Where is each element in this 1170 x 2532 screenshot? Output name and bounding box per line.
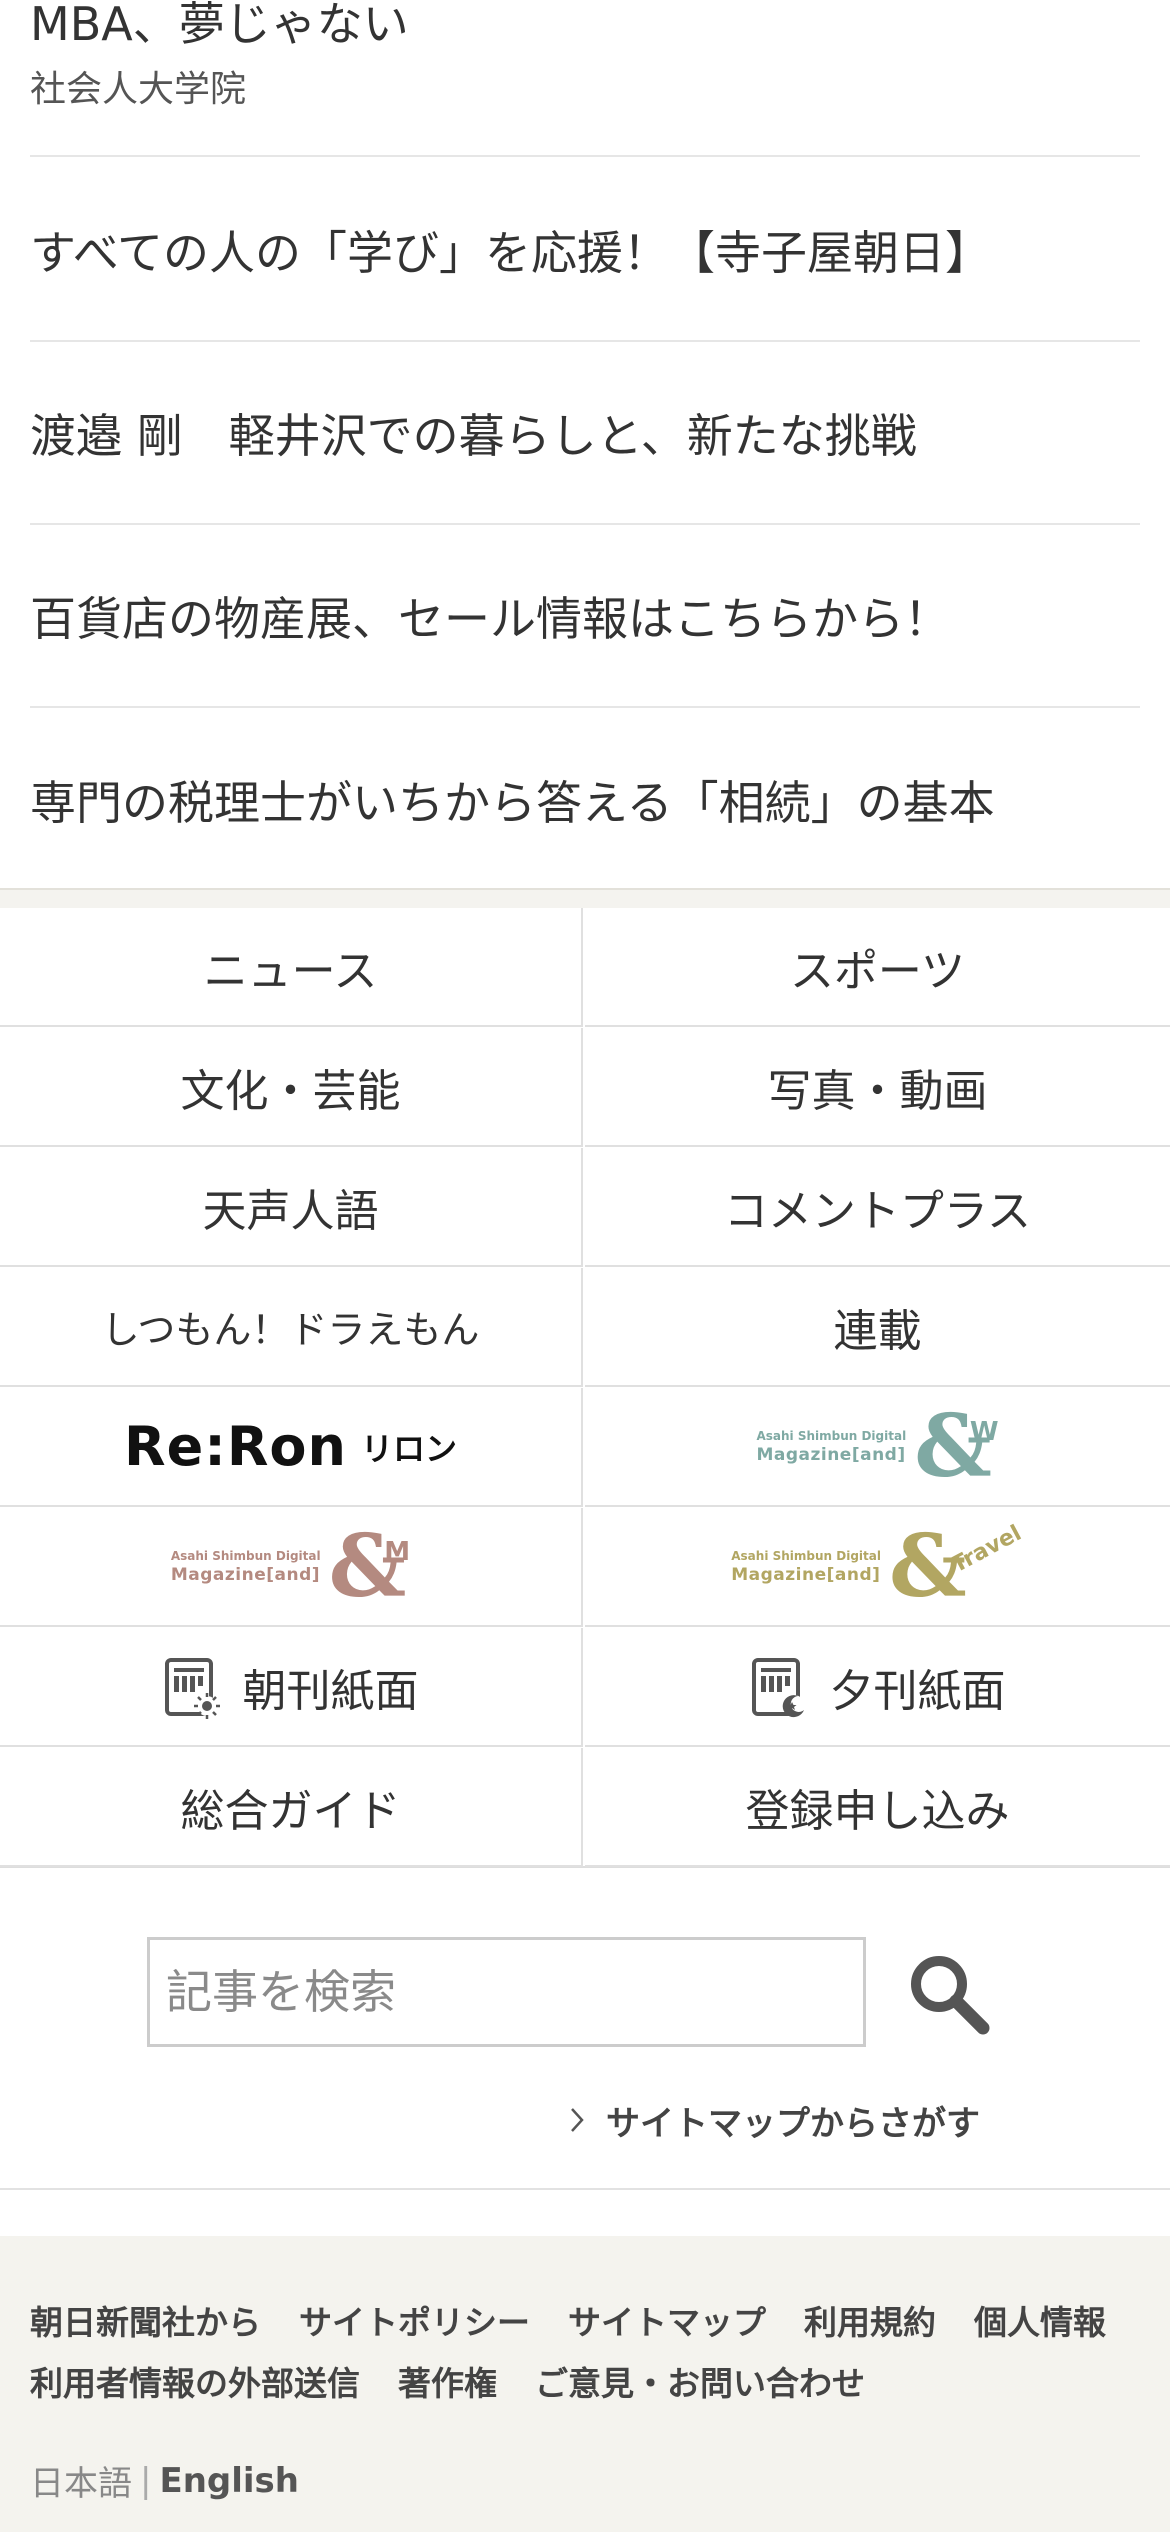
footer-separator: [0, 2188, 1170, 2190]
search-input[interactable]: [150, 1940, 863, 2044]
evening-newspaper-icon: [751, 1657, 805, 1717]
nav-label: 天声人語: [202, 1185, 379, 1237]
promo-label: 百貨店の物産展、セール情報はこちらから！: [30, 591, 950, 646]
and-w-logo-mark: W: [969, 1416, 999, 1447]
section-divider: [0, 888, 1170, 908]
nav-reron[interactable]: Re:Ron リロン: [0, 1388, 583, 1507]
and-w-logo-line1: Asahi Shimbun Digital: [756, 1428, 907, 1443]
reron-logo: Re:Ron リロン: [124, 1415, 457, 1478]
footer-link-copyright[interactable]: 著作権: [398, 2357, 497, 2405]
promo-title: MBA、夢じゃない: [30, 0, 409, 51]
nav-and-m[interactable]: Asahi Shimbun Digital Magazine[and] & M: [0, 1508, 583, 1627]
promo-item[interactable]: 渡邉 剛 軽井沢での暮らしと、新たな挑戦: [30, 342, 1140, 525]
promo-item[interactable]: 専門の税理士がいちから答える「相続」の基本: [30, 708, 1140, 891]
nav-label: コメントプラス: [723, 1185, 1032, 1237]
nav-guide[interactable]: 総合ガイド: [0, 1748, 583, 1867]
and-travel-logo-line2: Magazine[and]: [731, 1564, 881, 1585]
lang-japanese: 日本語: [30, 2464, 132, 2504]
promo-label: 専門の税理士がいちから答える「相続」の基本: [30, 775, 995, 830]
footer: 朝日新聞社から サイトポリシー サイトマップ 利用規約 個人情報 利用者情報の外…: [0, 2236, 1170, 2532]
footer-link-privacy[interactable]: 個人情報: [974, 2296, 1106, 2344]
nav-label: 写真・動画: [767, 1065, 988, 1117]
promo-item[interactable]: すべての人の「学び」を応援！【寺子屋朝日】: [30, 159, 1140, 342]
nav-label: 連載: [833, 1305, 922, 1357]
and-m-logo-line1: Asahi Shimbun Digital: [170, 1548, 321, 1563]
nav-label: 総合ガイド: [180, 1785, 401, 1837]
chevron-right-icon: [571, 2108, 584, 2132]
language-switcher: 日本語 | English: [30, 2456, 299, 2505]
footer-link-about[interactable]: 朝日新聞社から: [30, 2296, 261, 2344]
footer-link-sitemap[interactable]: サイトマップ: [568, 2296, 766, 2344]
nav-sports[interactable]: スポーツ: [585, 908, 1170, 1027]
nav-label: 夕刊紙面: [829, 1665, 1006, 1717]
sitemap-link-label: サイトマップからさがす: [606, 2103, 980, 2144]
promo-label: すべての人の「学び」を応援！【寺子屋朝日】: [30, 225, 991, 280]
footer-link-terms[interactable]: 利用規約: [804, 2296, 936, 2344]
promo-item-mba[interactable]: MBA、夢じゃない 社会人大学院: [30, 0, 1140, 157]
reron-logo-word: Re:Ron: [124, 1415, 347, 1478]
promo-label: 渡邉 剛 軽井沢での暮らしと、新たな挑戦: [30, 408, 917, 463]
nav-shitsumon-doraemon[interactable]: しつもん！ドラえもん: [0, 1268, 583, 1387]
morning-newspaper-icon: [164, 1657, 220, 1719]
and-travel-logo-line1: Asahi Shimbun Digital: [731, 1548, 881, 1563]
nav-photo-video[interactable]: 写真・動画: [585, 1028, 1170, 1147]
nav-label: スポーツ: [789, 945, 966, 997]
sitemap-search-link[interactable]: サイトマップからさがす: [570, 2096, 980, 2144]
nav-morning-paper[interactable]: 朝刊紙面: [0, 1628, 583, 1747]
nav-culture[interactable]: 文化・芸能: [0, 1028, 583, 1147]
reron-logo-kana: リロン: [360, 1429, 457, 1468]
nav-tensei-jingo[interactable]: 天声人語: [0, 1148, 583, 1267]
nav-label: ニュース: [203, 945, 378, 997]
nav-and-w[interactable]: Asahi Shimbun Digital Magazine[and] & W: [585, 1388, 1170, 1507]
and-m-logo: Asahi Shimbun Digital Magazine[and] & M: [170, 1523, 411, 1610]
footer-link-external-transmission[interactable]: 利用者情報の外部送信: [30, 2357, 360, 2405]
search-button[interactable]: [905, 1950, 993, 2038]
search-box: [147, 1937, 866, 2047]
and-m-logo-line2: Magazine[and]: [170, 1564, 321, 1585]
footer-links-row: 朝日新聞社から サイトポリシー サイトマップ 利用規約 個人情報: [30, 2296, 1144, 2344]
nav-comment-plus[interactable]: コメントプラス: [585, 1148, 1170, 1267]
category-nav-grid: ニュース スポーツ 文化・芸能 写真・動画 天声人語 コメントプラス しつもん！…: [0, 908, 1170, 1868]
nav-label: しつもん！ドラえもん: [101, 1308, 480, 1352]
nav-signup[interactable]: 登録申し込み: [585, 1748, 1170, 1867]
nav-label: 登録申し込み: [745, 1785, 1010, 1837]
nav-rensai[interactable]: 連載: [585, 1268, 1170, 1387]
footer-link-contact[interactable]: ご意見・お問い合わせ: [535, 2357, 865, 2405]
and-w-logo-line2: Magazine[and]: [756, 1444, 906, 1465]
nav-and-travel[interactable]: Asahi Shimbun Digital Magazine[and] & Tr…: [585, 1508, 1170, 1627]
nav-label: 文化・芸能: [180, 1065, 401, 1117]
nav-news[interactable]: ニュース: [0, 908, 583, 1027]
promo-item[interactable]: 百貨店の物産展、セール情報はこちらから！: [30, 525, 1140, 708]
search-icon: [911, 1956, 990, 2035]
nav-label: 朝刊紙面: [242, 1665, 419, 1717]
nav-evening-paper[interactable]: 夕刊紙面: [585, 1628, 1170, 1747]
lang-separator: |: [140, 2460, 152, 2501]
footer-link-site-policy[interactable]: サイトポリシー: [299, 2296, 530, 2344]
promo-subtitle: 社会人大学院: [30, 69, 247, 110]
lang-english-link[interactable]: English: [159, 2461, 299, 2501]
and-travel-logo: Asahi Shimbun Digital Magazine[and] & Tr…: [731, 1521, 1025, 1610]
and-w-logo: Asahi Shimbun Digital Magazine[and] & W: [756, 1403, 999, 1490]
and-m-logo-mark: M: [384, 1536, 411, 1567]
footer-links-row: 利用者情報の外部送信 著作権 ご意見・お問い合わせ: [30, 2357, 903, 2405]
